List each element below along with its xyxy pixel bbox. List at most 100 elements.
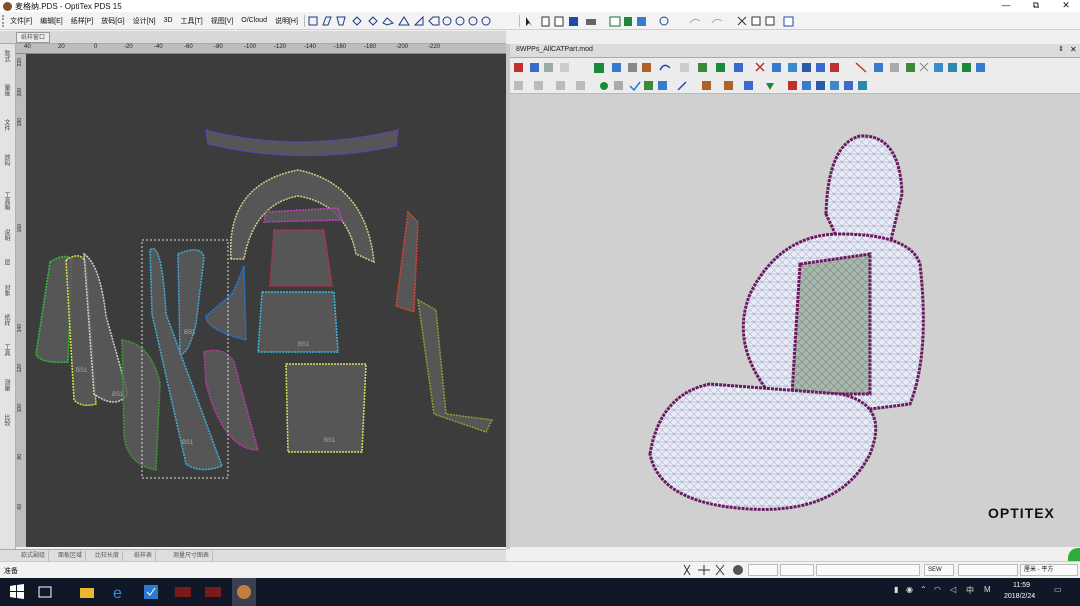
piece-label: BS1 [112,392,124,398]
optitex-task-icon[interactable] [235,583,253,601]
ruler-tick-label: 20 [58,44,65,50]
wifi-icon[interactable]: ◠ [934,585,941,594]
close-pane-icon[interactable]: ✕ [1070,45,1077,54]
pin-icon[interactable]: ⇕ [1058,45,1064,53]
side-tab[interactable]: 文件 [2,119,11,131]
ime-indicator[interactable]: 中 [966,585,974,596]
pattern-piece-headrest-top [205,128,399,157]
menu-file[interactable]: 文件[F] [6,16,36,26]
pattern-piece-pink-band [263,207,344,223]
menu-3d[interactable]: 3D [160,17,177,24]
ruler-tick-label: -160 [334,44,347,50]
tab-measurement-chart[interactable]: 测量尺寸图表 [170,551,214,561]
side-tab[interactable]: 比较 [2,414,11,426]
tab-pattern-table[interactable]: 纸样表 [131,551,157,561]
tray-icon[interactable]: ◉ [906,585,913,594]
shape-tools-icon[interactable] [307,15,517,27]
side-tab[interactable]: 款式 [2,50,11,62]
tab-panel-area[interactable]: 面板区域 [55,551,87,561]
edge-browser-icon[interactable]: e [110,583,128,601]
tab-style-group[interactable]: 款式副组 [18,551,50,561]
pattern-piece-red-panel [269,229,333,287]
ime-mode-indicator[interactable]: M [984,585,991,594]
ruler-tick-label: -80 [214,44,223,50]
model-window-title: 8WPPs_AllCATPart.mod [516,46,593,53]
menu-pattern[interactable]: 纸样[P] [67,16,98,26]
restore-button[interactable]: ⧉ [1022,0,1050,12]
tab-compare-length[interactable]: 比较长度 [92,551,124,561]
status-bar: 准备 SEW 厘米 - 平方 [0,561,1080,577]
ruler-tick-label: -140 [304,44,317,50]
ruler-tick-label: 0 [94,44,98,50]
seat-headrest [824,134,904,246]
minimize-button[interactable]: — [992,0,1020,12]
tab-pattern-window[interactable]: 纸样窗口 [16,32,51,43]
ruler-tick-label: -100 [244,44,257,50]
ruler-tick-label: 120 [17,364,23,373]
seat-cushion [648,382,878,511]
bottom-tab-strip: 款式副组 面板区域 比较长度 纸样表 测量尺寸图表 [0,549,506,561]
chevron-up-icon[interactable]: ⌃ [920,585,927,594]
car-seat-3d-model[interactable] [510,94,1080,547]
ruler-tick-label: -220 [428,44,441,50]
side-tab[interactable]: 纸样 [2,314,11,326]
menu-grade[interactable]: 放码[G] [97,16,128,26]
side-tab[interactable]: 工具箱 [2,192,11,210]
pattern-piece-green-mid [121,339,161,471]
3d-viewport[interactable] [510,94,1080,547]
app-icon-red-2[interactable] [204,583,222,601]
status-cell [748,564,778,576]
menu-design[interactable]: 设计[N] [129,16,160,26]
svg-text:e: e [113,585,122,601]
3d-tool-icons[interactable] [510,58,990,78]
model-window-titlebar: 8WPPs_AllCATPart.mod ⇕ ✕ [510,44,1080,58]
3d-toolbar-2 [510,78,1080,94]
pattern-piece-cyan-mid [177,249,205,355]
battery-icon[interactable]: ▮ [894,585,898,594]
ruler-tick-label: 40 [24,44,31,50]
pattern-piece-blue-small [205,265,247,341]
side-tab-strip: 款式 量度 文件 放码 工具箱 说明 层 对象 纸样 工具 测量 比较 [0,44,16,549]
close-button[interactable]: ✕ [1052,0,1080,12]
units-indicator: 厘米 - 平方 [1020,564,1078,576]
active-task[interactable] [232,578,256,606]
menu-help[interactable]: 说明[H] [271,16,302,26]
piece-label: BS1 [182,440,194,446]
ruler-tick-label: 220 [17,58,23,67]
ruler-tick-label: -40 [154,44,163,50]
app-icon-red-1[interactable] [174,583,192,601]
side-tab[interactable]: 放码 [2,154,11,166]
pattern-pieces[interactable]: BS1 BS1 BS1 BS1 BS1 BS1 [26,54,506,547]
ruler-tick-label: 160 [17,224,23,233]
pattern-canvas[interactable]: BS1 BS1 BS1 BS1 BS1 BS1 [26,54,506,547]
piece-label: BS1 [184,330,196,336]
notification-icon[interactable]: ▭ [1054,585,1062,594]
piece-label: BS1 [76,368,88,374]
ruler-tick-label: 180 [17,118,23,127]
side-tab[interactable]: 量度 [2,84,11,96]
ruler-tick-label: -20 [124,44,133,50]
side-tab[interactable]: 测量 [2,379,11,391]
task-view-icon[interactable] [36,583,54,601]
windows-start-icon[interactable] [8,583,26,601]
toolbar-icons[interactable] [522,15,802,27]
side-tab[interactable]: 对象 [2,284,11,296]
snap-tools-icon[interactable] [680,563,746,577]
menu-ocloud[interactable]: O/Cloud [237,17,271,24]
side-tab[interactable]: 层 [2,259,11,265]
piece-label: BS1 [298,342,310,348]
file-explorer-icon[interactable] [78,583,96,601]
menu-edit[interactable]: 编辑[E] [36,16,67,26]
clock-date[interactable]: 2018/2/24 [1004,593,1035,600]
app-icon-blue[interactable] [142,583,160,601]
clock-time[interactable]: 11:59 [1013,582,1030,589]
menu-view[interactable]: 视图[V] [207,16,238,26]
menu-bar: 文件[F] 编辑[E] 纸样[P] 放码[G] 设计[N] 3D 工具[T] 视… [0,12,1080,30]
side-tab[interactable]: 工具 [2,344,11,356]
side-tab[interactable]: 说明 [2,229,11,241]
menu-tools[interactable]: 工具[T] [177,16,207,26]
pattern-piece-magenta [203,349,259,451]
3d-tool-icons-2[interactable] [510,78,880,94]
ruler-tick-label: 60 [17,504,23,510]
volume-icon[interactable]: ◁ [950,585,956,594]
